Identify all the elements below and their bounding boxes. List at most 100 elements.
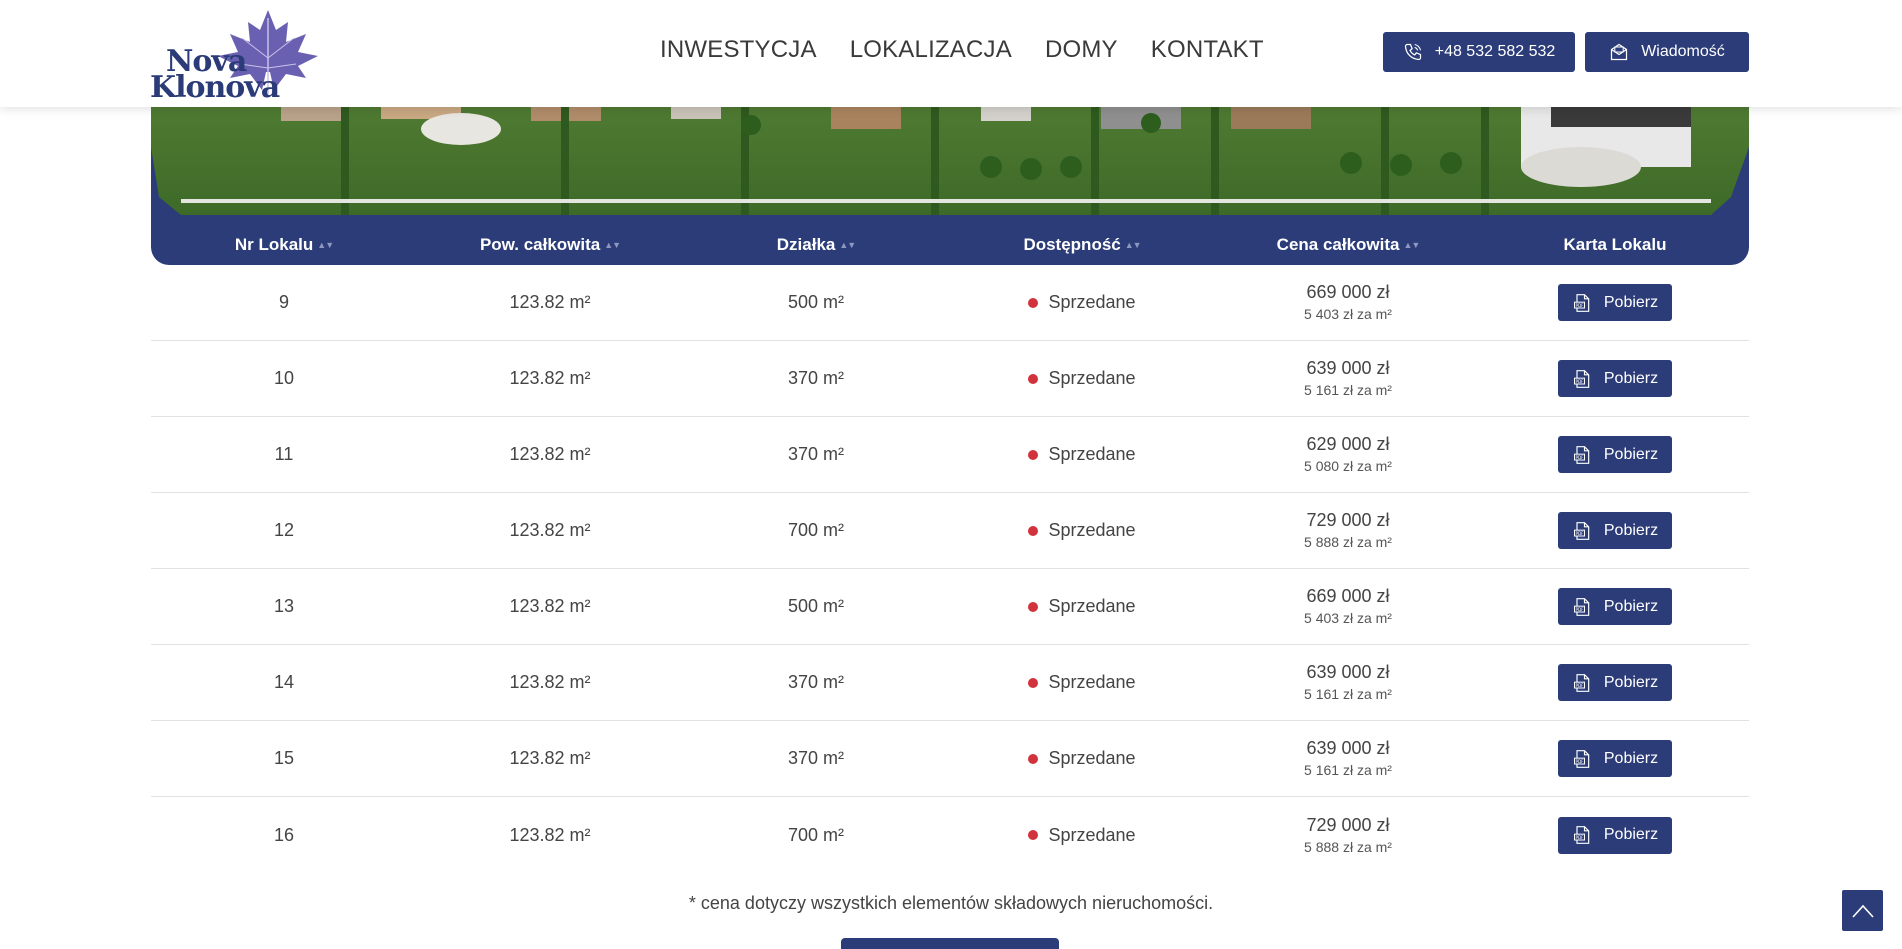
sort-arrows-icon[interactable]: ▲▼: [839, 240, 856, 250]
cell-dzialka: 370 m²: [787, 748, 845, 768]
sort-arrows-icon[interactable]: ▲▼: [1404, 240, 1421, 250]
logo[interactable]: Nova Klonova: [150, 8, 320, 105]
table-row: 11 123.82 m² 370 m² Sprzedane 629 000 zł…: [151, 417, 1749, 493]
download-label: Pobierz: [1603, 521, 1659, 539]
download-button[interactable]: PDF Pobierz: [1558, 284, 1672, 321]
phone-icon: [1404, 43, 1421, 61]
download-button[interactable]: PDF Pobierz: [1558, 664, 1672, 701]
price-total: 629 000 zł: [1306, 434, 1390, 455]
cell-price: 639 000 zł 5 161 zł za m²: [1215, 721, 1481, 796]
svg-text:PDF: PDF: [1575, 530, 1584, 535]
sort-arrows-icon[interactable]: ▲▼: [317, 240, 334, 250]
col-karta-lokalu: Karta Lokalu: [1481, 225, 1749, 265]
download-label: Pobierz: [1603, 369, 1659, 387]
status-label: Sprzedane: [1048, 748, 1136, 768]
price-per-m2: 5 403 zł za m²: [1304, 610, 1392, 627]
sort-arrows-icon[interactable]: ▲▼: [604, 240, 621, 250]
nav-lokalizacja[interactable]: LOKALIZACJA: [850, 36, 1012, 64]
cell-status: Sprzedane: [949, 721, 1215, 796]
nav-kontakt[interactable]: KONTAKT: [1151, 36, 1264, 64]
col-cena-calkowita[interactable]: Cena całkowita ▲▼: [1215, 225, 1481, 265]
svg-text:PDF: PDF: [1575, 454, 1584, 459]
cell-status: Sprzedane: [949, 645, 1215, 720]
cell-price: 629 000 zł 5 080 zł za m²: [1215, 417, 1481, 492]
price-total: 639 000 zł: [1306, 358, 1390, 379]
cell-dzialka: 700 m²: [787, 520, 845, 540]
cell-dzialka: 500 m²: [787, 596, 845, 616]
sold-status-dot-icon: [1028, 830, 1039, 840]
status-label: Sprzedane: [1048, 368, 1136, 388]
pdf-file-icon: PDF: [1573, 369, 1590, 388]
envelope-icon: [1611, 43, 1628, 61]
main-nav: INWESTYCJA LOKALIZACJA DOMY KONTAKT: [660, 36, 1264, 64]
price-per-m2: 5 161 zł za m²: [1304, 686, 1392, 703]
message-label: Wiadomość: [1641, 43, 1725, 60]
download-label: Pobierz: [1603, 749, 1659, 767]
table-row: 13 123.82 m² 500 m² Sprzedane 669 000 zł…: [151, 569, 1749, 645]
col-pow-calkowita[interactable]: Pow. całkowita ▲▼: [417, 225, 683, 265]
phone-button[interactable]: +48 532 582 532: [1383, 32, 1575, 72]
message-button[interactable]: Wiadomość: [1585, 32, 1749, 72]
cell-pow: 123.82 m²: [509, 520, 591, 540]
cell-pow: 123.82 m²: [509, 292, 591, 312]
scroll-to-top-button[interactable]: [1842, 890, 1883, 931]
download-button[interactable]: PDF Pobierz: [1558, 816, 1672, 854]
cell-status: Sprzedane: [949, 417, 1215, 492]
col-nr-lokalu[interactable]: Nr Lokalu ▲▼: [151, 225, 417, 265]
cell-karta: PDF Pobierz: [1481, 265, 1749, 340]
download-button[interactable]: PDF Pobierz: [1558, 360, 1672, 397]
nav-inwestycja[interactable]: INWESTYCJA: [660, 36, 817, 64]
status-label: Sprzedane: [1048, 444, 1136, 464]
price-per-m2: 5 888 zł za m²: [1304, 534, 1392, 551]
cell-pow: 123.82 m²: [509, 672, 591, 692]
cell-status: Sprzedane: [949, 493, 1215, 568]
cell-status: Sprzedane: [949, 341, 1215, 416]
cell-karta: PDF Pobierz: [1481, 341, 1749, 416]
cell-pow: 123.82 m²: [509, 824, 591, 845]
phone-label: +48 532 582 532: [1434, 43, 1556, 60]
price-total: 729 000 zł: [1306, 814, 1390, 835]
table-row: 9 123.82 m² 500 m² Sprzedane 669 000 zł …: [151, 265, 1749, 341]
download-button[interactable]: PDF Pobierz: [1558, 512, 1672, 549]
download-button[interactable]: PDF Pobierz: [1558, 740, 1672, 777]
sort-arrows-icon[interactable]: ▲▼: [1125, 240, 1142, 250]
col-dostepnosc[interactable]: Dostępność ▲▼: [949, 225, 1215, 265]
cell-nr: 13: [273, 596, 295, 616]
cell-pow: 123.82 m²: [509, 368, 591, 388]
cell-karta: PDF Pobierz: [1481, 417, 1749, 492]
cell-nr: 11: [274, 444, 294, 464]
col-dzialka[interactable]: Działka ▲▼: [683, 225, 949, 265]
pdf-file-icon: PDF: [1573, 521, 1590, 540]
price-footnote: * cena dotyczy wszystkich elementów skła…: [688, 893, 1214, 913]
download-label: Pobierz: [1603, 673, 1659, 691]
download-button[interactable]: PDF Pobierz: [1558, 436, 1672, 473]
status-label: Sprzedane: [1048, 292, 1136, 312]
col-label: Działka: [776, 235, 836, 254]
svg-text:PDF: PDF: [1575, 378, 1584, 383]
download-button[interactable]: PDF Pobierz: [1558, 588, 1672, 625]
chevron-up-icon: [1851, 904, 1874, 918]
sold-status-dot-icon: [1028, 525, 1039, 536]
cell-status: Sprzedane: [949, 265, 1215, 340]
table-row: 14 123.82 m² 370 m² Sprzedane 639 000 zł…: [151, 645, 1749, 721]
cell-price: 729 000 zł 5 888 zł za m²: [1215, 797, 1481, 873]
cell-karta: PDF Pobierz: [1481, 645, 1749, 720]
svg-text:PDF: PDF: [1575, 606, 1584, 611]
bottom-button-partial[interactable]: [841, 938, 1059, 949]
col-label: Cena całkowita: [1276, 235, 1400, 254]
cell-price: 729 000 zł 5 888 zł za m²: [1215, 493, 1481, 568]
cell-nr: 12: [273, 520, 295, 540]
cell-dzialka: 700 m²: [787, 824, 845, 845]
table-header-row: Nr Lokalu ▲▼ Pow. całkowita ▲▼ Działka ▲…: [151, 225, 1749, 265]
aerial-houses-image: [151, 107, 1749, 215]
nav-domy[interactable]: DOMY: [1045, 36, 1118, 64]
status-label: Sprzedane: [1048, 672, 1136, 692]
logo-line-2: Klonova: [150, 70, 280, 105]
site-header: Nova Klonova INWESTYCJA LOKALIZACJA DOMY…: [0, 0, 1902, 107]
download-label: Pobierz: [1603, 826, 1659, 843]
table-row: 15 123.82 m² 370 m² Sprzedane 639 000 zł…: [151, 721, 1749, 797]
svg-text:PDF: PDF: [1575, 835, 1584, 840]
units-table-body: 9 123.82 m² 500 m² Sprzedane 669 000 zł …: [151, 265, 1749, 873]
cell-karta: PDF Pobierz: [1481, 797, 1749, 873]
price-per-m2: 5 080 zł za m²: [1304, 458, 1392, 475]
